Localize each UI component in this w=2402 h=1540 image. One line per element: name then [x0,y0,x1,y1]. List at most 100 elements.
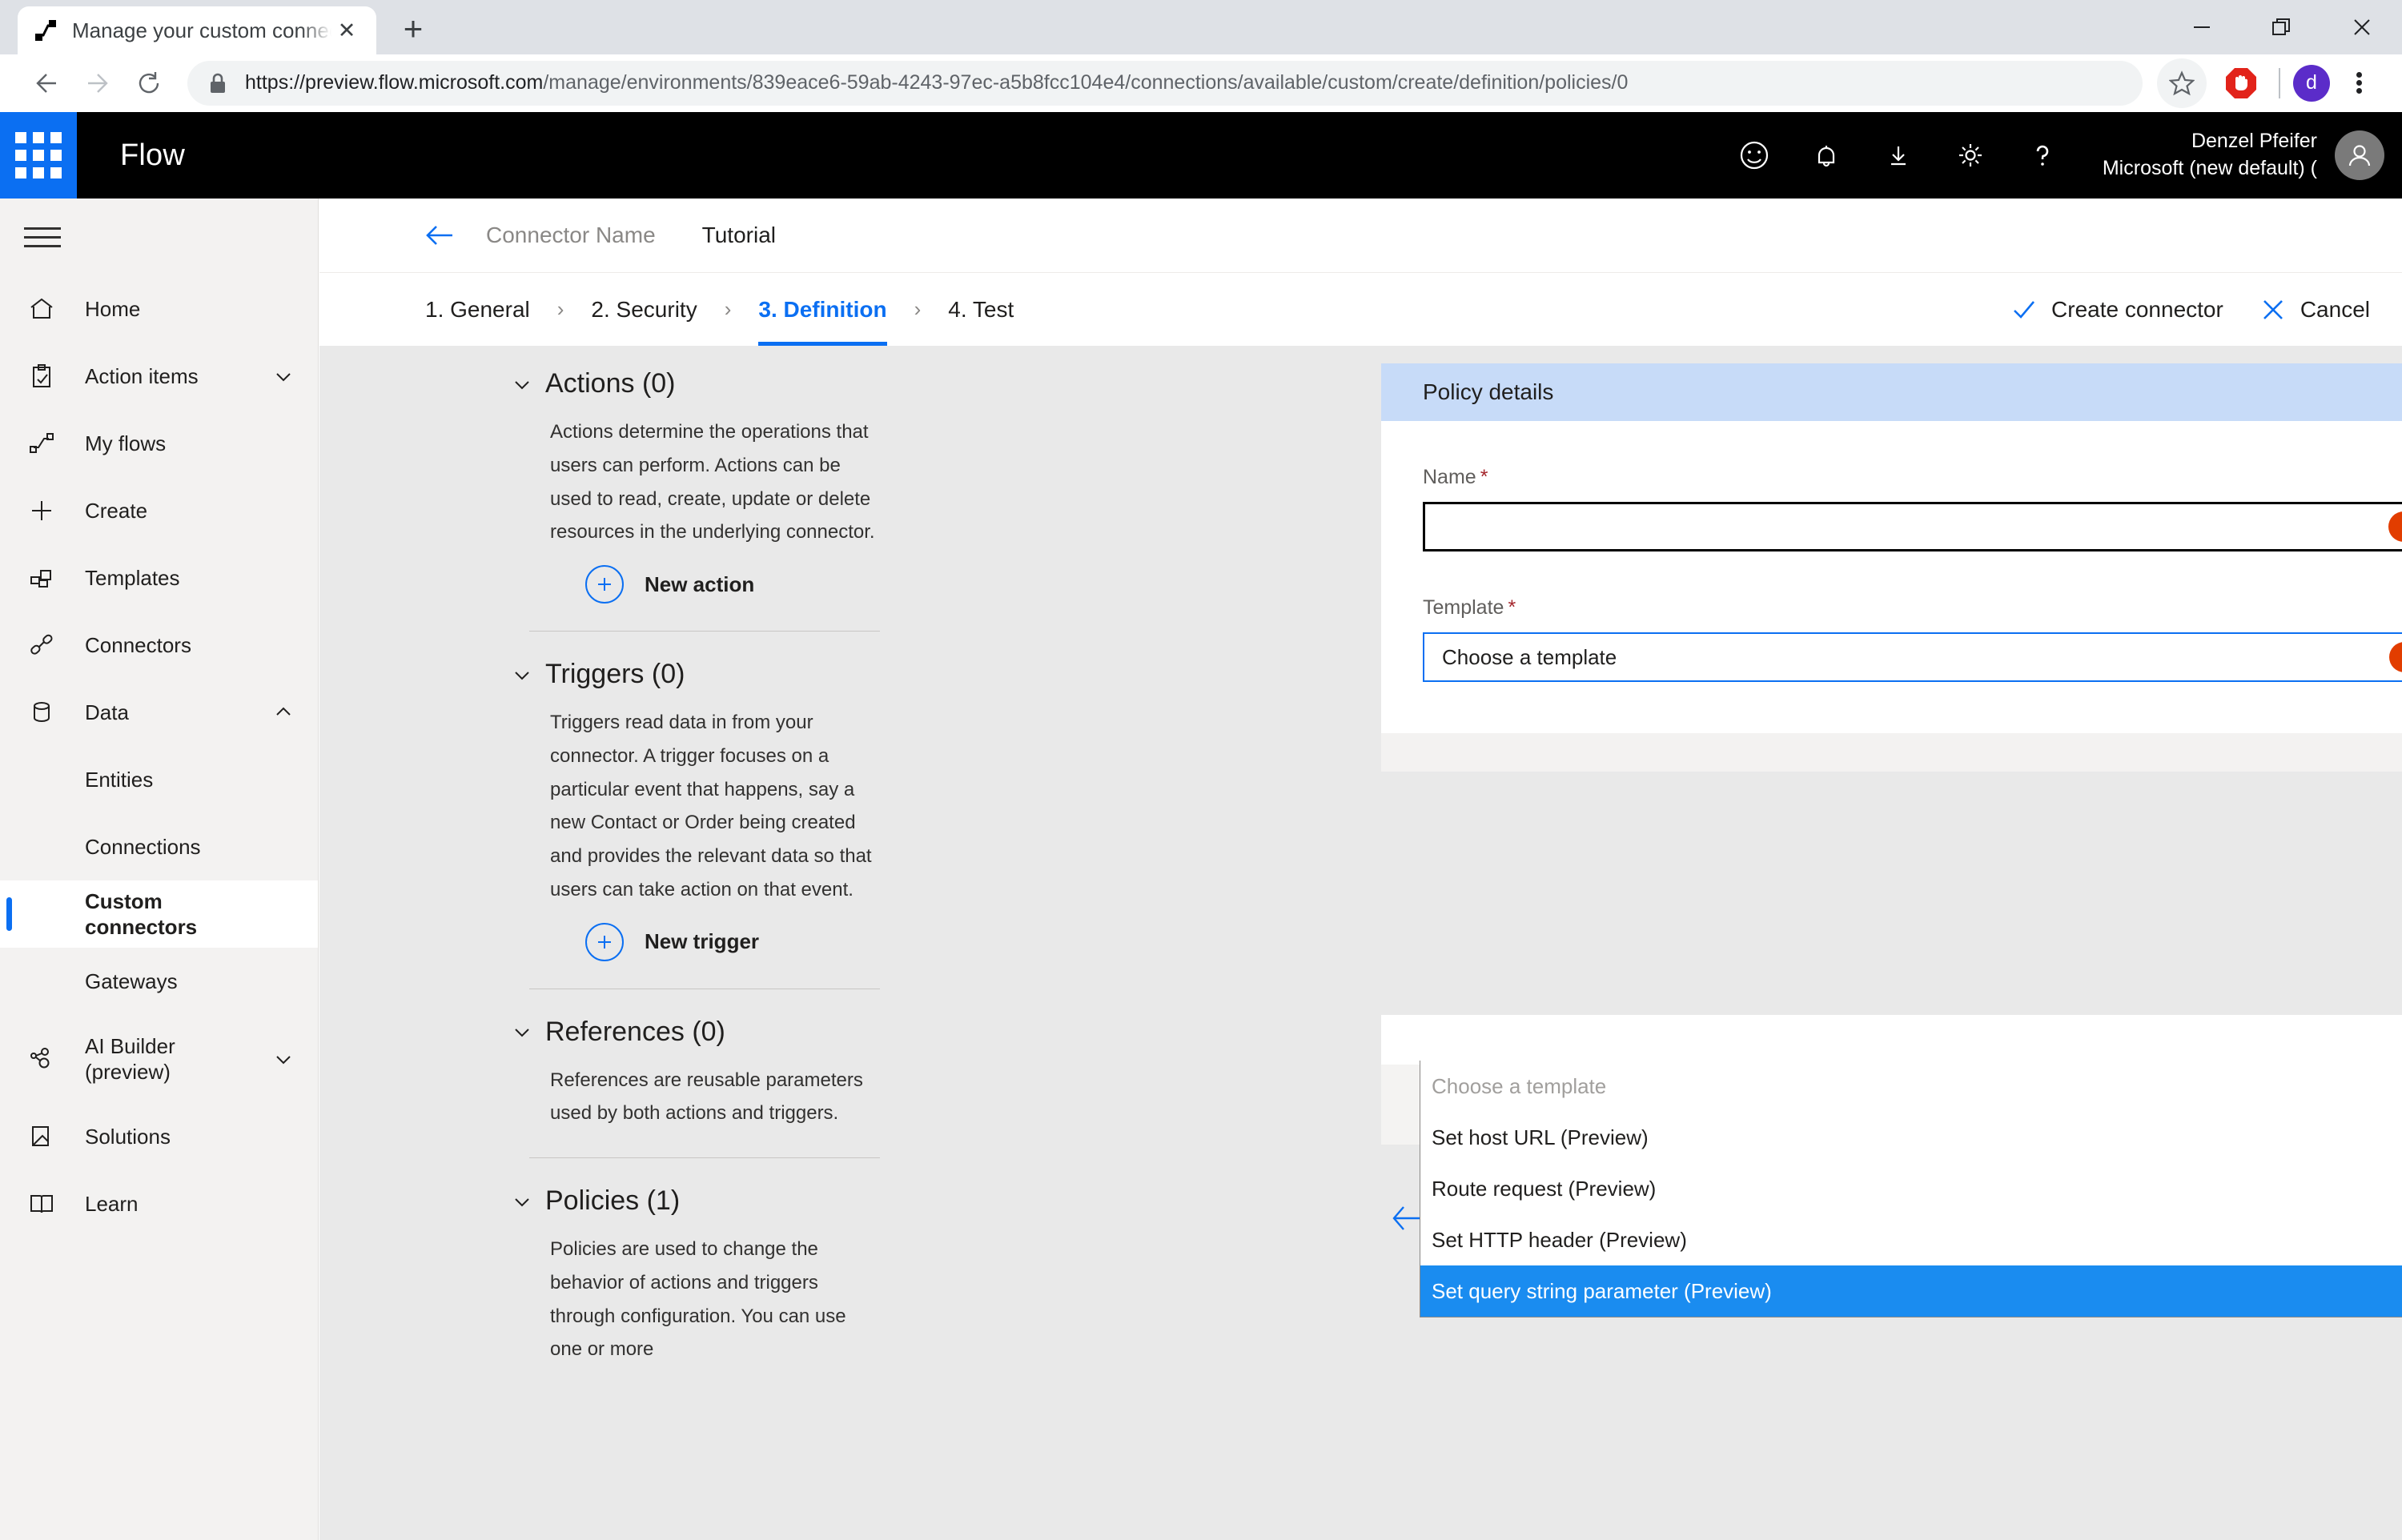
chevron-down-icon[interactable] [268,366,299,387]
help-icon[interactable] [2006,112,2079,199]
sidebar-item-entities[interactable]: Entities [0,746,318,813]
template-select[interactable]: Choose a template ! [1423,632,2402,682]
download-icon[interactable] [1862,112,1934,199]
sidebar-item-templates[interactable]: Templates [0,544,318,612]
sidebar-item-gateways[interactable]: Gateways [0,948,318,1015]
avatar[interactable] [2335,130,2384,180]
dropdown-option[interactable]: Set query string parameter (Preview) [1420,1265,2402,1317]
reload-icon[interactable] [123,58,175,109]
section-description: Policies are used to change the behavior… [550,1238,846,1361]
breadcrumb-tutorial-link[interactable]: Tutorial [702,223,776,248]
dropdown-option[interactable]: Set host URL (Preview) [1420,1112,2402,1163]
sidebar-item-action-items[interactable]: Action items [0,343,318,410]
app-brand-title[interactable]: Flow [120,138,185,173]
header-user-block[interactable]: Denzel Pfeifer Microsoft (new default) ( [2079,112,2402,199]
browser-profile-avatar[interactable]: d [2293,64,2330,102]
dropdown-option[interactable]: Set HTTP header (Preview) [1420,1214,2402,1265]
adblock-extension-icon[interactable] [2216,58,2266,108]
name-input[interactable]: ! [1423,502,2402,551]
close-x-icon [2260,297,2286,323]
button-label: New action [645,571,755,596]
chevron-down-icon[interactable] [512,1021,532,1042]
browser-menu-icon[interactable] [2336,61,2381,106]
dropdown-option[interactable]: Choose a template [1420,1061,2402,1112]
wizard-step-general[interactable]: 1. General [425,273,530,347]
cancel-button[interactable]: Cancel [2260,297,2370,323]
wizard-step-separator: › [914,297,922,321]
wizard-step-definition[interactable]: 3. Definition [758,273,887,347]
address-bar[interactable]: https://preview.flow.microsoft.com/manag… [187,60,2143,106]
error-icon: ! [2388,511,2402,542]
chevron-down-icon[interactable] [268,1049,299,1069]
breadcrumb-connector-name: Connector Name [486,223,656,247]
minimize-icon[interactable] [2162,0,2242,54]
sidebar-item-label: Templates [85,565,180,590]
bell-icon[interactable] [1790,112,1862,199]
wizard-step-separator: › [556,297,564,321]
templates-icon [24,564,59,592]
sidebar-item-custom-connectors[interactable]: Custom connectors [0,880,318,948]
sidebar-item-label: Connectors [85,632,191,657]
template-dropdown-list[interactable]: Choose a template Set host URL (Preview) R… [1420,1061,2402,1317]
browser-tab[interactable]: Manage your custom connectors ✕ [18,6,376,54]
wizard-step-test[interactable]: 4. Test [948,273,1014,347]
chevron-up-icon[interactable] [268,702,299,723]
check-icon [2011,297,2037,323]
sidebar-item-home[interactable]: Home [0,275,318,343]
sidebar-item-connections[interactable]: Connections [0,813,318,880]
section-header[interactable]: Triggers (0) [512,659,880,690]
definition-section: References (0) References are reusable pa… [512,1017,880,1131]
gear-icon[interactable] [1934,112,2006,199]
maximize-icon[interactable] [2242,0,2322,54]
clipboard-check-icon [24,363,59,390]
hamburger-menu-icon[interactable] [0,199,318,275]
policy-details-panel: Policy details Name* ! Template* Choose … [1381,363,2402,772]
cancel-label: Cancel [2300,296,2370,322]
section-header[interactable]: References (0) [512,1017,880,1048]
new-trigger-button[interactable]: New trigger [512,922,880,961]
new-action-button[interactable]: New action [512,565,880,604]
panel-white-band [1381,1015,2402,1065]
main-content: Connector Name Tutorial 1. General › 2. Se… [319,199,2402,1540]
sidebar: Home Action items My flows Create Templates C… [0,199,319,1540]
dropdown-option[interactable]: Route request (Preview) [1420,1163,2402,1214]
sidebar-item-ai-builder-preview[interactable]: AI Builder (preview) [0,1015,318,1103]
sidebar-item-create[interactable]: Create [0,477,318,544]
close-icon[interactable]: ✕ [331,15,362,46]
sidebar-item-connectors[interactable]: Connectors [0,612,318,679]
sidebar-item-learn[interactable]: Learn [0,1170,318,1237]
template-field-label: Template * [1423,596,1516,619]
chevron-down-icon[interactable] [512,1191,532,1212]
wizard-step-security[interactable]: 2. Security [591,273,697,347]
definition-section: Triggers (0) Triggers read data in from y… [512,659,880,961]
app-launcher-waffle-icon[interactable] [0,112,77,199]
bookmark-star-icon[interactable] [2157,58,2207,108]
database-icon [24,699,59,726]
back-arrow-icon[interactable] [425,223,457,248]
chevron-down-icon[interactable] [512,664,532,685]
header-user-name: Denzel Pfeifer [2191,130,2317,153]
section-header[interactable]: Actions (0) [512,368,880,399]
sidebar-item-label: My flows [85,431,167,455]
flow-icon [24,430,59,457]
sidebar-item-my-flows[interactable]: My flows [0,410,318,477]
sidebar-item-label: Connections [85,834,201,859]
section-description: Actions determine the operations that us… [550,421,875,543]
browser-tab-strip: Manage your custom connectors ✕ + [0,0,2402,54]
sidebar-item-solutions[interactable]: Solutions [0,1103,318,1170]
section-header[interactable]: Policies (1) [512,1185,880,1217]
definition-section: Actions (0) Actions determine the operati… [512,368,880,604]
new-tab-button[interactable]: + [391,6,436,51]
definition-section: Policies (1) Policies are used to change … [512,1185,880,1366]
chevron-down-icon[interactable] [512,374,532,395]
section-title: Triggers (0) [545,659,685,689]
sidebar-item-label: Gateways [85,969,178,993]
forward-icon[interactable] [72,58,123,109]
definition-canvas: Actions (0) Actions determine the operati… [319,346,2402,1540]
sidebar-item-label: Entities [85,767,154,792]
sidebar-item-data[interactable]: Data [0,679,318,746]
create-connector-button[interactable]: Create connector [2011,297,2223,323]
close-window-icon[interactable] [2322,0,2402,54]
back-icon[interactable] [21,58,72,109]
smiley-icon[interactable] [1718,112,1790,199]
